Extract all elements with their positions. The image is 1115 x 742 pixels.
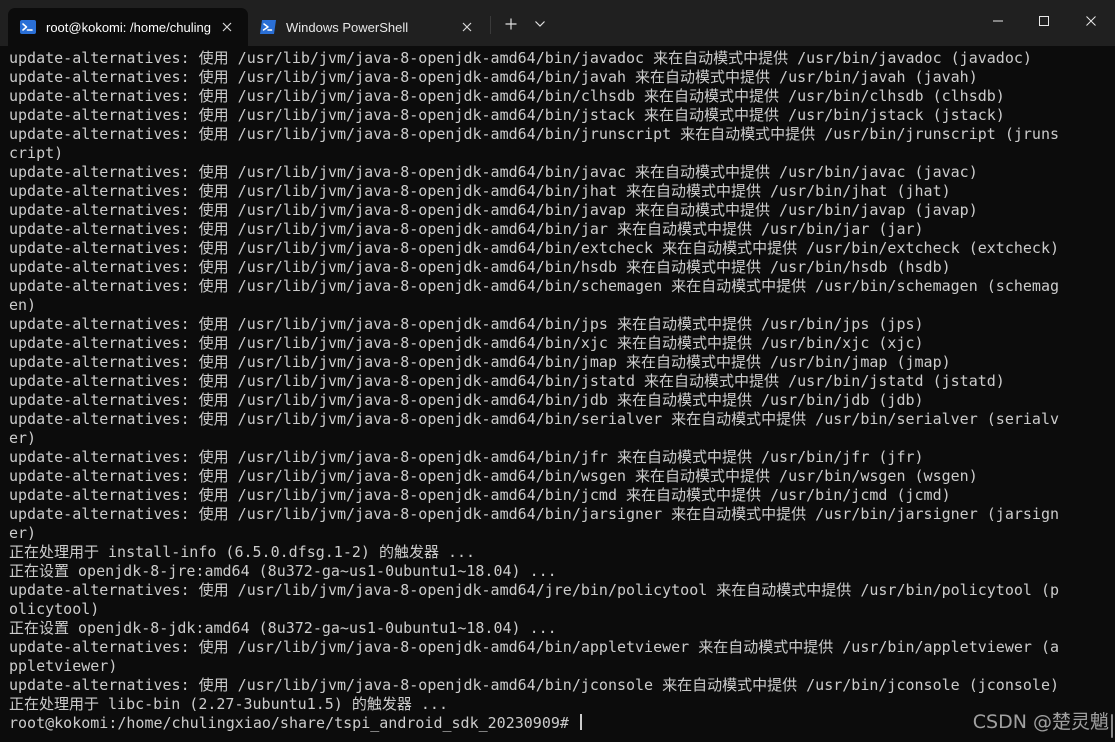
tab-dropdown-button[interactable] xyxy=(528,10,552,38)
close-icon xyxy=(222,22,232,32)
close-window-button[interactable] xyxy=(1067,0,1115,42)
minimize-icon xyxy=(993,20,1003,22)
tab-windows-powershell[interactable]: Windows PowerShell xyxy=(248,8,488,46)
linux-terminal-icon xyxy=(20,20,36,34)
terminal-line: update-alternatives: 使用 /usr/lib/jvm/jav… xyxy=(9,581,1060,599)
scrollbar-thumb[interactable] xyxy=(1111,714,1113,738)
terminal-line: en) xyxy=(9,296,37,314)
terminal-line: 正在设置 openjdk-8-jre:amd64 (8u372-ga~us1-0… xyxy=(9,562,557,580)
terminal-line: update-alternatives: 使用 /usr/lib/jvm/jav… xyxy=(9,372,1005,390)
terminal-line: update-alternatives: 使用 /usr/lib/jvm/jav… xyxy=(9,467,978,485)
chevron-down-icon xyxy=(535,21,545,27)
powershell-icon xyxy=(260,20,276,34)
terminal-line: update-alternatives: 使用 /usr/lib/jvm/jav… xyxy=(9,163,978,181)
close-icon xyxy=(1086,16,1096,26)
terminal-line: update-alternatives: 使用 /usr/lib/jvm/jav… xyxy=(9,353,951,371)
terminal-line: update-alternatives: 使用 /usr/lib/jvm/jav… xyxy=(9,258,951,276)
tab-divider xyxy=(490,16,491,34)
text-cursor xyxy=(579,714,582,730)
terminal-line: update-alternatives: 使用 /usr/lib/jvm/jav… xyxy=(9,448,924,466)
terminal-line: update-alternatives: 使用 /usr/lib/jvm/jav… xyxy=(9,410,1060,428)
terminal-line: update-alternatives: 使用 /usr/lib/jvm/jav… xyxy=(9,49,1032,67)
terminal-line: er) xyxy=(9,524,37,542)
terminal-line: update-alternatives: 使用 /usr/lib/jvm/jav… xyxy=(9,239,1060,257)
terminal-line: update-alternatives: 使用 /usr/lib/jvm/jav… xyxy=(9,277,1060,295)
terminal-output[interactable]: update-alternatives: 使用 /usr/lib/jvm/jav… xyxy=(9,49,1104,739)
terminal-line: update-alternatives: 使用 /usr/lib/jvm/jav… xyxy=(9,201,978,219)
terminal-line: olicytool) xyxy=(9,600,100,618)
close-icon xyxy=(462,22,472,32)
terminal-line: update-alternatives: 使用 /usr/lib/jvm/jav… xyxy=(9,315,924,333)
terminal-line: ppletviewer) xyxy=(9,657,118,675)
new-tab-button[interactable] xyxy=(498,10,524,38)
terminal-line: update-alternatives: 使用 /usr/lib/jvm/jav… xyxy=(9,125,1060,143)
plus-icon xyxy=(505,18,517,30)
minimize-button[interactable] xyxy=(975,0,1021,42)
title-bar: root@kokomi: /home/chuling Windows Power… xyxy=(0,0,1115,46)
terminal-line: update-alternatives: 使用 /usr/lib/jvm/jav… xyxy=(9,106,1005,124)
prompt-line[interactable]: root@kokomi:/home/chulingxiao/share/tspi… xyxy=(9,714,1104,733)
terminal-line: update-alternatives: 使用 /usr/lib/jvm/jav… xyxy=(9,391,924,409)
terminal-line: update-alternatives: 使用 /usr/lib/jvm/jav… xyxy=(9,486,951,504)
terminal-line: 正在设置 openjdk-8-jdk:amd64 (8u372-ga~us1-0… xyxy=(9,619,557,637)
terminal-line: update-alternatives: 使用 /usr/lib/jvm/jav… xyxy=(9,676,1060,694)
terminal-line: update-alternatives: 使用 /usr/lib/jvm/jav… xyxy=(9,68,978,86)
maximize-icon xyxy=(1039,16,1049,26)
terminal-line: update-alternatives: 使用 /usr/lib/jvm/jav… xyxy=(9,505,1060,523)
terminal-window: root@kokomi: /home/chuling Windows Power… xyxy=(0,0,1115,742)
shell-prompt: root@kokomi:/home/chulingxiao/share/tspi… xyxy=(9,714,578,732)
terminal-line: update-alternatives: 使用 /usr/lib/jvm/jav… xyxy=(9,220,924,238)
terminal-line: er) xyxy=(9,429,37,447)
close-tab-button[interactable] xyxy=(220,20,234,34)
watermark: CSDN @楚灵魈 xyxy=(972,711,1109,733)
close-tab-button[interactable] xyxy=(460,20,474,34)
terminal-line: update-alternatives: 使用 /usr/lib/jvm/jav… xyxy=(9,334,924,352)
maximize-button[interactable] xyxy=(1021,0,1067,42)
tab-title: root@kokomi: /home/chuling xyxy=(46,19,211,35)
terminal-line: 正在处理用于 install-info (6.5.0.dfsg.1-2) 的触发… xyxy=(9,543,476,561)
terminal-line: update-alternatives: 使用 /usr/lib/jvm/jav… xyxy=(9,87,1005,105)
tab-ubuntu[interactable]: root@kokomi: /home/chuling xyxy=(8,8,248,46)
terminal-line: update-alternatives: 使用 /usr/lib/jvm/jav… xyxy=(9,182,951,200)
terminal-line: 正在处理用于 libc-bin (2.27-3ubuntu1.5) 的触发器 .… xyxy=(9,695,448,713)
tab-title: Windows PowerShell xyxy=(286,19,409,35)
scrollbar[interactable] xyxy=(1107,46,1115,742)
terminal-line: update-alternatives: 使用 /usr/lib/jvm/jav… xyxy=(9,638,1060,656)
terminal-line: cript) xyxy=(9,144,64,162)
